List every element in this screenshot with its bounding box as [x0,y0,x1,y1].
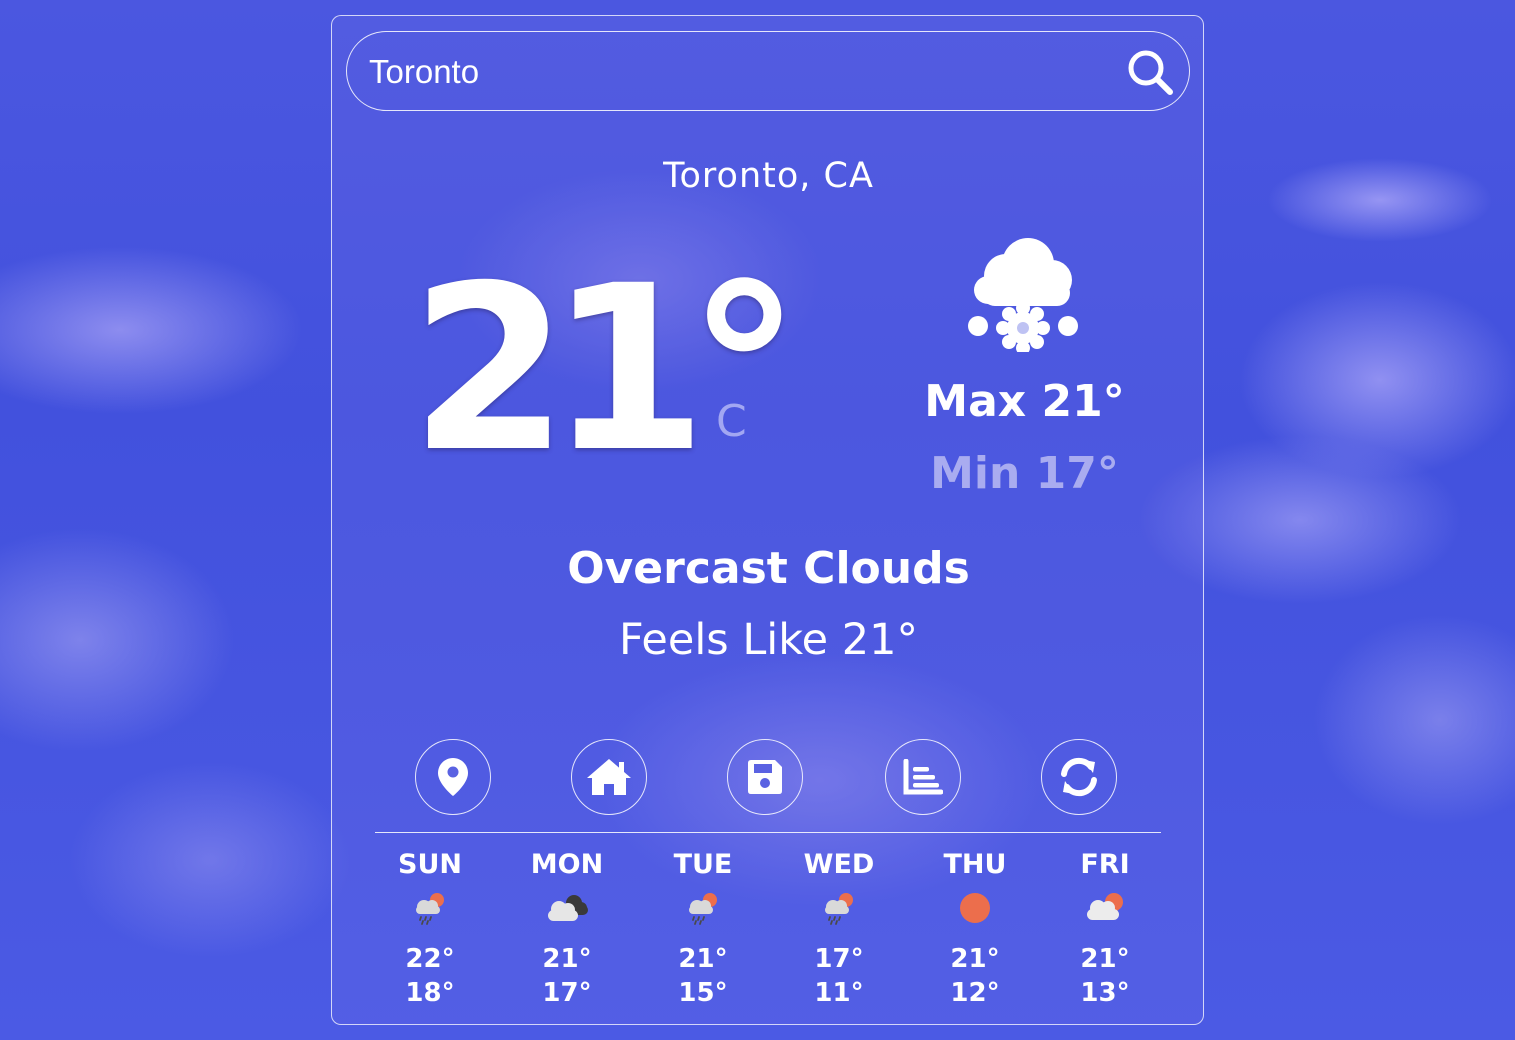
location-pin-icon [438,758,468,796]
refresh-button[interactable] [1041,739,1117,815]
search-button[interactable] [1122,44,1178,100]
chart-icon [903,759,943,795]
forecast-day: TUE 21° 15° [638,846,768,1010]
forecast-day: THU 21° 12° [910,846,1040,1010]
feels-like: Feels Like 21° [619,615,918,665]
save-icon [748,760,782,794]
cloud-snow-icon [968,238,1078,352]
save-button[interactable] [727,739,803,815]
search-input[interactable] [369,50,1109,94]
forecast-high: 21° [678,944,728,974]
forecast-day-name: MON [530,849,604,880]
min-temperature: Min 17° [930,448,1119,499]
search-bar [346,31,1190,111]
cloud-sun-icon [1087,893,1123,920]
sun-icon [960,893,990,923]
forecast-high: 17° [814,944,864,974]
forecast-divider [375,832,1161,833]
rain-cloud-sun-icon [825,893,853,925]
forecast-high: 21° [950,944,1000,974]
forecast-day-name: FRI [1080,849,1130,880]
forecast-day-name: WED [803,849,875,880]
forecast-high: 21° [542,944,592,974]
forecast-day-name: THU [943,849,1007,880]
refresh-icon [1061,757,1097,797]
forecast-low: 15° [678,978,728,1008]
temperature-unit: C [716,396,747,447]
search-icon [1128,50,1173,95]
weather-card: Toronto, CA 21° C Max 21° Min 17° Overca… [331,15,1204,1025]
forecast-low: 18° [405,978,455,1008]
location-label: Toronto, CA [663,156,874,196]
home-button[interactable] [571,739,647,815]
broken-clouds-icon [548,895,588,921]
forecast-day: SUN 22° 18° [365,846,495,1010]
home-icon [587,759,631,795]
forecast-high: 21° [1080,944,1130,974]
max-temperature: Max 21° [924,376,1125,427]
rain-cloud-sun-icon [689,893,717,925]
forecast-day-name: SUN [398,849,462,880]
chart-button[interactable] [885,739,961,815]
forecast-low: 12° [950,978,1000,1008]
forecast-low: 11° [814,978,864,1008]
forecast-low: 13° [1080,978,1130,1008]
forecast-low: 17° [542,978,592,1008]
current-temperature: 21° [410,236,801,502]
weather-description: Overcast Clouds [567,543,970,594]
location-button[interactable] [415,739,491,815]
forecast-high: 22° [405,944,455,974]
rain-cloud-sun-icon [416,893,444,925]
forecast-day: MON 21° 17° [502,846,632,1010]
forecast-day-name: TUE [673,849,733,880]
forecast-day: FRI 21° 13° [1040,846,1170,1010]
forecast-day: WED 17° 11° [774,846,904,1010]
